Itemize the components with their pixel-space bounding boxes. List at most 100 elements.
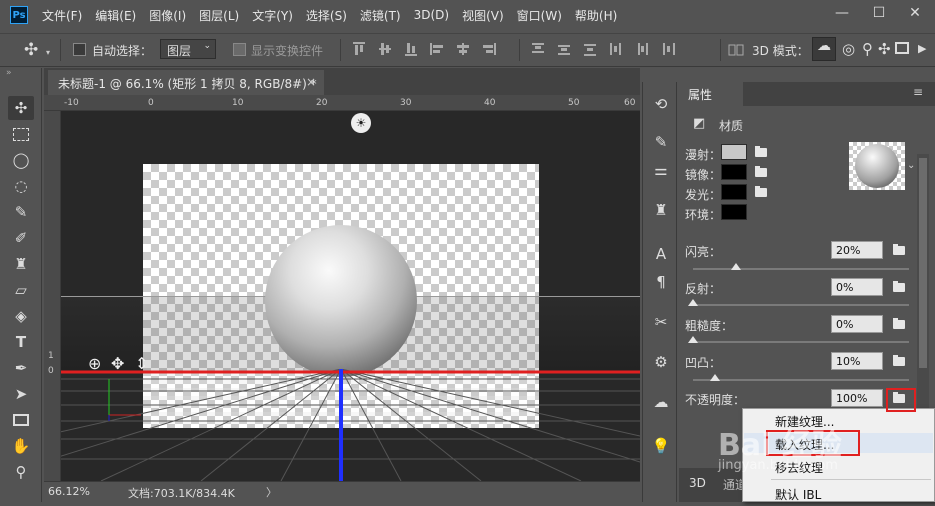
workspace-icon[interactable] (895, 42, 909, 54)
document-tab[interactable]: 未标题-1 @ 66.1% (矩形 1 拷贝 8, RGB/8#) * × (48, 70, 324, 95)
actions-panel-icon[interactable]: ⚙ (649, 350, 673, 374)
reflection-slider-track[interactable] (688, 299, 909, 306)
roughness-slider-thumb[interactable] (688, 336, 698, 343)
menu-window[interactable]: 窗口(W) (517, 7, 562, 24)
rectangle-tool-icon[interactable] (8, 408, 34, 432)
creative-cloud-icon[interactable]: ☁ (649, 390, 673, 414)
preview-chevron-icon[interactable]: ⌄ (907, 160, 915, 171)
status-menu-arrow-icon[interactable]: 〉 (266, 484, 277, 500)
lasso-tool-icon[interactable]: ◯ (8, 148, 34, 172)
distribute-hcenter-icon[interactable] (635, 42, 649, 56)
panel-menu-icon[interactable]: ≡ (913, 85, 923, 99)
roughness-value-input[interactable]: 0% (831, 315, 883, 333)
path-select-tool-icon[interactable]: ➤ (8, 382, 34, 406)
adjust-panel-icon[interactable]: ⚌ (649, 158, 673, 182)
close-window-button[interactable]: ✕ (900, 0, 930, 26)
roll-3d-icon[interactable]: ◎ (842, 40, 855, 58)
paint-bucket-tool-icon[interactable]: ◈ (8, 304, 34, 328)
folder-icon[interactable] (893, 244, 907, 255)
collapse-arrows-icon[interactable]: » (6, 68, 12, 78)
more-options-icon[interactable]: ▶ (918, 42, 926, 55)
folder-icon[interactable] (893, 355, 907, 366)
move-tool-icon[interactable]: ✣ (8, 96, 34, 120)
eyedropper-tool-icon[interactable]: ✎ (8, 200, 34, 224)
illumination-color-swatch[interactable] (721, 184, 747, 200)
menu-select[interactable]: 选择(S) (306, 7, 347, 24)
reflection-slider-thumb[interactable] (688, 299, 698, 306)
paragraph-panel-icon[interactable]: ¶ (649, 270, 673, 294)
stamp-tool-icon[interactable]: ♜ (8, 252, 34, 276)
diffuse-color-swatch[interactable] (721, 144, 747, 160)
3d-scale-gizmo-icon[interactable]: ⇕ (135, 354, 148, 373)
tools-presets-icon[interactable]: ✂ (649, 310, 673, 334)
menu-file[interactable]: 文件(F) (42, 7, 82, 24)
bump-slider-track[interactable] (693, 374, 909, 381)
show-transform-checkbox[interactable] (233, 43, 246, 56)
3d-sphere[interactable] (265, 225, 417, 377)
maximize-button[interactable]: ☐ (864, 0, 894, 26)
material-preview[interactable] (849, 142, 905, 190)
menu-type[interactable]: 文字(Y) (252, 7, 293, 24)
pan-3d-icon[interactable]: ⚲ (862, 40, 873, 58)
quick-select-tool-icon[interactable]: ◌ (8, 174, 34, 198)
align-left-icon[interactable] (430, 42, 444, 56)
shine-slider-thumb[interactable] (731, 263, 742, 270)
distribute-top-icon[interactable] (531, 42, 545, 56)
history-panel-icon[interactable]: ⟲ (649, 92, 673, 116)
shine-slider-track[interactable] (693, 263, 909, 270)
zoom-level[interactable]: 66.12% (48, 485, 90, 498)
distribute-left-icon[interactable] (609, 42, 623, 56)
distribute-vcenter-icon[interactable] (557, 42, 571, 56)
clone-source-icon[interactable]: ♜ (649, 198, 673, 222)
scrollbar-thumb[interactable] (919, 158, 927, 368)
folder-icon[interactable] (755, 166, 769, 177)
tab-3d[interactable]: 3D (689, 476, 706, 490)
bump-value-input[interactable]: 10% (831, 352, 883, 370)
menu-filter[interactable]: 滤镜(T) (360, 7, 401, 24)
auto-select-checkbox[interactable] (73, 43, 86, 56)
menu-item-default-ibl[interactable]: 默认 IBL (775, 486, 821, 506)
eraser-tool-icon[interactable]: ▱ (8, 278, 34, 302)
pen-tool-icon[interactable]: ✒ (8, 356, 34, 380)
menu-image[interactable]: 图像(I) (149, 7, 186, 24)
reflection-value-input[interactable]: 0% (831, 278, 883, 296)
align-top-icon[interactable] (352, 42, 366, 56)
character-panel-icon[interactable]: A (649, 242, 673, 266)
marquee-tool-icon[interactable] (8, 122, 34, 146)
menu-3d[interactable]: 3D(D) (414, 8, 449, 22)
ambient-color-swatch[interactable] (721, 204, 747, 220)
canvas-area[interactable]: ☀ ⊕ ✥ ⇕ (61, 111, 640, 481)
tool-preset-chevron-icon[interactable]: ▾ (46, 48, 50, 57)
menu-view[interactable]: 视图(V) (462, 7, 504, 24)
menu-layer[interactable]: 图层(L) (199, 7, 239, 24)
3d-move-gizmo-icon[interactable]: ✥ (111, 354, 124, 373)
tab-properties[interactable]: 属性 (679, 82, 743, 106)
learn-panel-icon[interactable]: 💡 (649, 434, 673, 458)
close-tab-icon[interactable]: × (306, 75, 316, 89)
distribute-bottom-icon[interactable] (583, 42, 597, 56)
move-tool-icon[interactable]: ✣ (24, 40, 38, 60)
orbit-3d-icon[interactable]: ☁ (812, 37, 836, 61)
shine-value-input[interactable]: 20% (831, 241, 883, 259)
brush-tool-icon[interactable]: ✐ (8, 226, 34, 250)
distribute-right-icon[interactable] (661, 42, 675, 56)
folder-icon[interactable] (893, 318, 907, 329)
opacity-value-input[interactable]: 100% (831, 389, 883, 407)
zoom-tool-icon[interactable]: ⚲ (8, 460, 34, 484)
hand-tool-icon[interactable]: ✋ (8, 434, 34, 458)
menu-help[interactable]: 帮助(H) (575, 7, 617, 24)
type-tool-icon[interactable]: T (8, 330, 34, 354)
align-vcenter-icon[interactable] (378, 42, 392, 56)
specular-color-swatch[interactable] (721, 164, 747, 180)
align-hcenter-icon[interactable] (456, 42, 470, 56)
menu-edit[interactable]: 编辑(E) (95, 7, 136, 24)
align-right-icon[interactable] (482, 42, 496, 56)
minimize-button[interactable]: — (827, 0, 857, 26)
align-bottom-icon[interactable] (404, 42, 418, 56)
roughness-slider-track[interactable] (688, 336, 909, 343)
slide-3d-icon[interactable]: ✣ (878, 40, 891, 58)
folder-icon[interactable] (755, 186, 769, 197)
auto-align-icon[interactable] (728, 42, 744, 58)
folder-icon[interactable] (893, 281, 907, 292)
auto-select-dropdown[interactable]: 图层 ⌄ (160, 39, 216, 59)
